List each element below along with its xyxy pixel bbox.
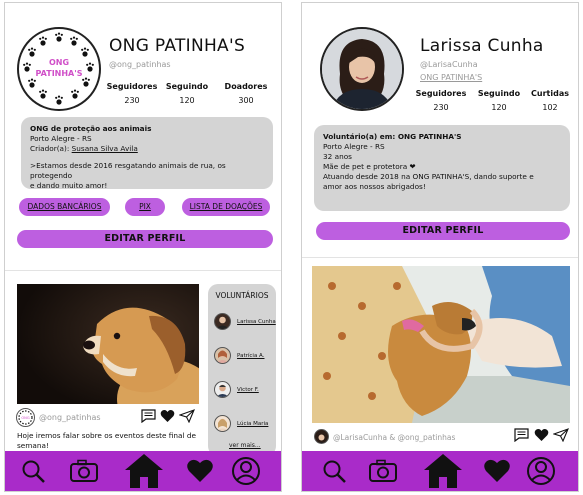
stat-label: Curtidas (531, 89, 569, 98)
share-icon[interactable] (553, 428, 569, 442)
bio-creator: Criador(a): Susana Silva Avila (30, 144, 138, 153)
bio-line: Porto Alegre - RS (323, 142, 385, 151)
bio-line: e dando muito amor! (30, 181, 108, 190)
volunteer-avatar[interactable] (214, 381, 231, 398)
divider (302, 257, 578, 258)
stat-label: Seguindo (165, 82, 209, 91)
volunteer-profile-screen: Larissa Cunha @LarisaCunha ONG PATINHA'S… (301, 2, 579, 492)
bottom-nav (302, 451, 578, 491)
bio-line: Mãe de pet e protetora ❤ (323, 162, 416, 171)
ong-logo-avatar[interactable]: ONG PATINHA'S (17, 27, 101, 111)
comment-icon[interactable] (514, 428, 529, 442)
stat-donors[interactable]: Doadores 300 (217, 82, 275, 105)
svg-text:ONG: ONG (21, 416, 30, 420)
home-icon[interactable] (423, 453, 463, 489)
stat-label: Seguidores (106, 82, 158, 91)
profile-avatar[interactable] (320, 27, 404, 111)
stat-label: Doadores (224, 82, 268, 91)
home-icon[interactable] (124, 453, 164, 489)
org-link[interactable]: ONG PATINHA'S (420, 73, 482, 82)
profile-name: Larissa Cunha (420, 36, 544, 56)
bio-card: Voluntário(a) em: ONG PATINHA'S Porto Al… (314, 125, 570, 211)
volunteer-avatar[interactable] (214, 415, 231, 432)
bio-line: Atuando desde 2018 na ONG PATINHA'S, dan… (323, 172, 534, 181)
post-author-handle[interactable]: @LarisaCunha & @ong_patinhas (333, 433, 455, 442)
person-icon (318, 434, 325, 443)
bio-line: amor aos nossos abrigados! (323, 182, 426, 191)
stat-label: Seguidores (415, 89, 467, 98)
volunteer-name[interactable]: Larissa Cunha (237, 319, 276, 325)
stat-followers[interactable]: Seguidores 230 (105, 82, 159, 105)
bio-line: Voluntário(a) em: ONG PATINHA'S (323, 132, 462, 141)
pix-button[interactable]: PIX (125, 198, 165, 216)
person-icon (216, 384, 229, 397)
post-image[interactable] (312, 266, 570, 423)
ong-profile-screen: ONG PATINHA'S ONG PATINHA'S @ong_patinha… (4, 2, 282, 492)
bank-data-button[interactable]: DADOS BANCÁRIOS (19, 198, 110, 216)
stat-label: Seguindo (477, 89, 521, 98)
person-icon (216, 418, 229, 431)
heart-icon[interactable] (185, 457, 215, 485)
post-author-avatar[interactable] (314, 429, 329, 444)
profile-icon[interactable] (526, 455, 556, 487)
bio-line: ONG de proteção aos animais (30, 124, 152, 133)
profile-handle: @LarisaCunha (420, 60, 478, 69)
bio-line: 32 anos (323, 152, 352, 161)
comment-icon[interactable] (141, 409, 156, 423)
dog-photo-icon (17, 284, 199, 404)
stat-value: 230 (433, 103, 449, 112)
post-author-handle[interactable]: @ong_patinhas (39, 413, 101, 422)
heart-icon[interactable] (160, 409, 175, 423)
heart-icon[interactable] (482, 457, 512, 485)
stat-likes[interactable]: Curtidas 102 (526, 89, 574, 112)
stat-following[interactable]: Seguindo 120 (162, 82, 212, 105)
volunteer-avatar[interactable] (214, 313, 231, 330)
divider (5, 270, 281, 271)
bio-line: Porto Alegre - RS (30, 134, 92, 143)
couple-with-dog-photo-icon (312, 266, 570, 423)
search-icon[interactable] (19, 457, 49, 485)
post-image[interactable] (17, 284, 199, 404)
heart-icon[interactable] (534, 428, 549, 442)
search-icon[interactable] (320, 457, 350, 485)
profile-name: ONG PATINHA'S (109, 36, 246, 56)
edit-profile-button[interactable]: EDITAR PERFIL (316, 222, 570, 240)
camera-icon[interactable] (368, 457, 398, 485)
person-icon (216, 350, 229, 363)
share-icon[interactable] (179, 409, 195, 423)
stat-followers[interactable]: Seguidores 230 (414, 89, 468, 112)
stat-following[interactable]: Seguindo 120 (474, 89, 524, 112)
stat-value: 230 (124, 96, 140, 105)
camera-icon[interactable] (69, 457, 99, 485)
caption-line: Hoje iremos falar sobre os eventos deste… (17, 431, 196, 440)
stat-value: 120 (491, 103, 507, 112)
bottom-nav (5, 451, 281, 491)
post-caption: Hoje iremos falar sobre os eventos deste… (17, 431, 205, 451)
paw-ring-icon: ONG (18, 410, 33, 425)
donation-list-button[interactable]: LISTA DE DOAÇÕES (182, 198, 270, 216)
bio-line: >Estamos desde 2016 resgatando animais d… (30, 161, 226, 180)
logo-text-ong: ONG (48, 58, 70, 67)
logo-text-name: PATINHA'S (35, 69, 83, 78)
person-photo-icon (322, 29, 402, 109)
creator-link[interactable]: Susana Silva Avila (72, 144, 138, 153)
edit-profile-button[interactable]: EDITAR PERFIL (17, 230, 273, 248)
see-more-link[interactable]: ver mais... (229, 442, 261, 449)
profile-icon[interactable] (231, 455, 261, 487)
volunteer-name[interactable]: Lúcia Maria (237, 421, 268, 427)
caption-line: semana! (17, 441, 49, 450)
stat-value: 102 (542, 103, 558, 112)
post-author-avatar[interactable]: ONG (16, 408, 35, 427)
volunteers-title: VOLUNTÁRIOS (215, 291, 269, 300)
profile-handle: @ong_patinhas (109, 60, 171, 69)
volunteer-avatar[interactable] (214, 347, 231, 364)
stat-value: 300 (238, 96, 254, 105)
bio-card: ONG de proteção aos animais Porto Alegre… (21, 117, 273, 190)
stat-value: 120 (179, 96, 195, 105)
volunteer-name[interactable]: Victor F. (237, 387, 259, 393)
person-icon (216, 316, 229, 329)
volunteer-name[interactable]: Patrícia A. (237, 353, 264, 359)
